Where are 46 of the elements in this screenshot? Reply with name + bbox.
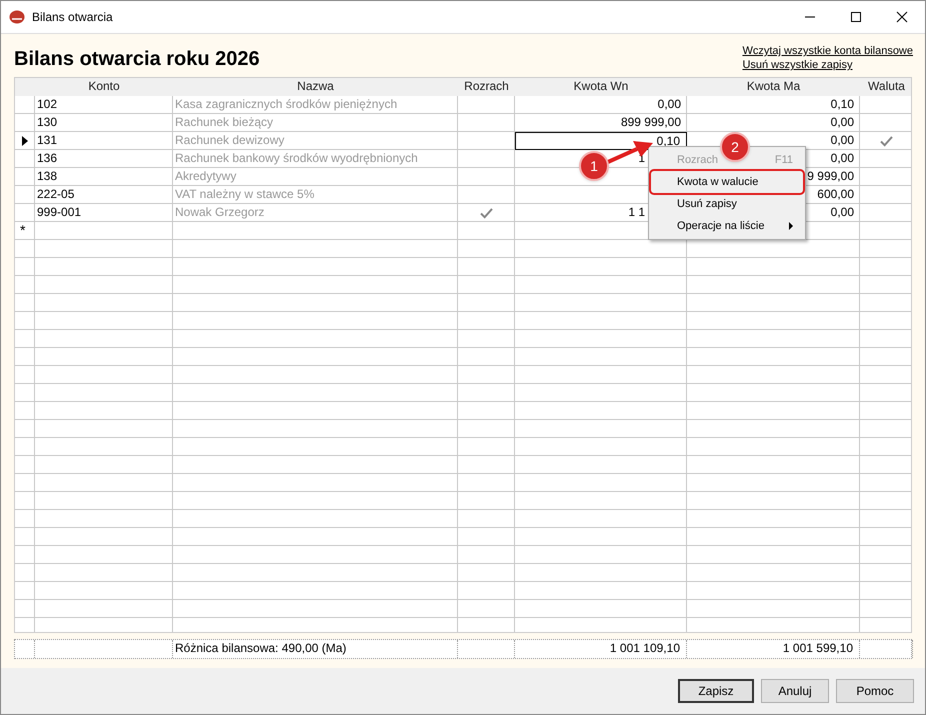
table-cell: 1 1 (628, 205, 645, 219)
column-header: Kwota Wn (572, 78, 630, 95)
table-cell-text: Nowak Grzegorz (174, 204, 266, 221)
table-cell-text: Kasa zagranicznych środków pieniężnych (174, 96, 398, 113)
column-header: Waluta (867, 78, 906, 95)
table-cell-text: Rachunek dewizowy (174, 132, 286, 149)
table-cell: 0,10 (830, 97, 854, 111)
table-cell-text: 130 (36, 114, 58, 131)
column-header: Nazwa (296, 78, 335, 95)
table-cell: 9 999,00 (807, 169, 854, 183)
table-cell-text: 136 (36, 150, 58, 167)
table-cell: 0,00 (830, 205, 854, 219)
table-cell-text: 999-001 (36, 204, 82, 221)
dialog-button[interactable]: Anuluj (761, 679, 829, 703)
menu-item[interactable]: Kwota w walucie (651, 171, 803, 193)
total-cell: 1 001 599,10 (687, 640, 860, 658)
new-row-marker: * (19, 222, 26, 238)
total-cell: 1 001 109,10 (515, 640, 687, 658)
summary-text: Różnica bilansowa: 490,00 (Ma) (173, 640, 458, 658)
column-header: Konto (87, 78, 121, 95)
link[interactable]: Wczytaj wszystkie konta bilansowe (742, 44, 913, 58)
table-cell-text: 131 (36, 132, 58, 149)
column-header: Kwota Ma (746, 78, 802, 95)
menu-item[interactable]: Usuń zapisy (651, 193, 803, 215)
menu-item[interactable]: Operacje na liście (651, 215, 803, 237)
table-cell: 0,00 (830, 115, 854, 129)
shortcut-text: F11 (774, 152, 793, 168)
table-cell: 899 999,00 (620, 115, 681, 129)
app-logo-icon (9, 10, 25, 24)
table-cell-text: Rachunek bieżący (174, 114, 274, 131)
table-cell: 0,00 (830, 151, 854, 165)
table-cell: 0,00 (658, 97, 681, 111)
table-cell-text: Rachunek bankowy środków wyodrębnionych (174, 150, 419, 167)
table-cell-text: 102 (36, 96, 58, 113)
link[interactable]: Usuń wszystkie zapisy (742, 58, 852, 72)
table-cell-text: 222-05 (36, 186, 76, 203)
table-cell: 0,00 (830, 133, 854, 147)
table-cell-text: 138 (36, 168, 58, 185)
table-cell-text: VAT należny w stawce 5% (174, 186, 316, 203)
page-heading: Bilans otwarcia roku 2026 (14, 47, 260, 72)
dialog-button[interactable]: Pomoc (836, 679, 914, 703)
table-cell-text: Akredytywy (174, 168, 238, 185)
dialog-button[interactable]: Zapisz (678, 679, 754, 703)
column-header: Rozrach (463, 78, 510, 95)
window-title: Bilans otwarcia (32, 9, 113, 26)
table-cell: 600,00 (817, 187, 854, 201)
